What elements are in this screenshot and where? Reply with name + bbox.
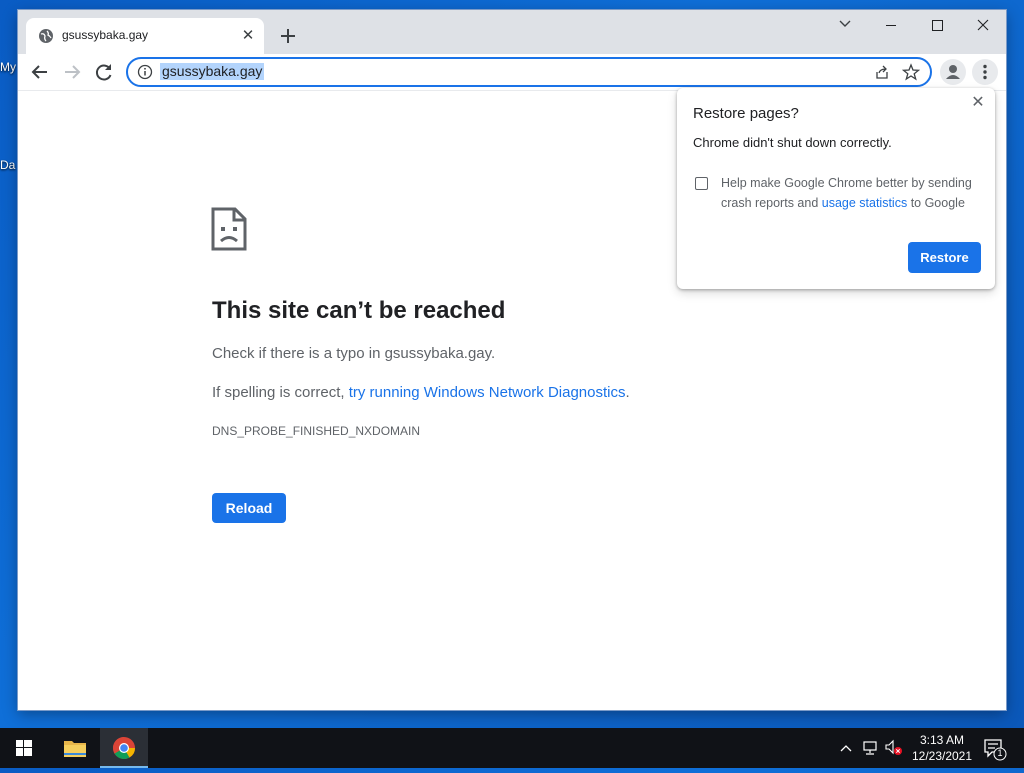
notification-count: 1 xyxy=(997,748,1003,758)
clock-date: 12/23/2021 xyxy=(911,749,973,763)
address-bar[interactable]: gsussybaka.gay xyxy=(126,57,932,87)
popup-title: Restore pages? xyxy=(693,105,799,122)
tab-title: gsussybaka.gay xyxy=(62,28,149,42)
bookmark-star-icon[interactable] xyxy=(902,63,920,81)
new-tab-icon[interactable] xyxy=(276,24,300,48)
share-icon[interactable] xyxy=(874,64,890,80)
popup-close-icon[interactable]: ✕ xyxy=(969,94,987,112)
start-button[interactable] xyxy=(0,728,48,768)
network-icon[interactable] xyxy=(862,740,880,756)
reload-button[interactable]: Reload xyxy=(212,493,286,523)
maximize-icon[interactable] xyxy=(914,10,960,42)
desktop-icon-label-1[interactable]: My xyxy=(0,60,16,74)
taskbar-file-explorer[interactable] xyxy=(52,728,98,768)
file-explorer-icon xyxy=(64,741,86,757)
back-icon[interactable] xyxy=(28,60,52,84)
refresh-icon[interactable] xyxy=(92,60,116,84)
action-center-button[interactable]: 1 xyxy=(980,734,1008,762)
error-diagnostics-hint: If spelling is correct, try running Wind… xyxy=(212,384,630,401)
desktop-icon-label-2[interactable]: Da xyxy=(0,158,15,172)
start-icon xyxy=(16,740,32,756)
clock-time: 3:13 AM xyxy=(919,733,965,747)
sad-page-icon xyxy=(211,207,247,251)
url-text[interactable]: gsussybaka.gay xyxy=(160,63,265,80)
minimize-icon[interactable] xyxy=(868,10,914,42)
globe-icon xyxy=(39,29,53,43)
site-info-icon[interactable] xyxy=(137,64,153,80)
person-icon xyxy=(946,65,960,79)
browser-toolbar: gsussybaka.gay xyxy=(18,54,1006,91)
taskbar-clock[interactable]: 3:13 AM 12/23/2021 xyxy=(906,732,978,764)
usage-statistics-link[interactable]: usage statistics xyxy=(822,196,907,210)
error-diagnostics-prefix: If spelling is correct, xyxy=(212,384,349,401)
tab-active[interactable]: gsussybaka.gay ✕ xyxy=(26,18,264,54)
chevron-up-icon[interactable] xyxy=(838,740,854,756)
taskbar: 3:13 AM 12/23/2021 1 xyxy=(0,728,1024,768)
taskbar-chrome[interactable] xyxy=(100,728,148,768)
tab-strip: gsussybaka.gay ✕ xyxy=(18,10,1006,54)
error-typo-hint: Check if there is a typo in gsussybaka.g… xyxy=(212,345,496,362)
restore-button[interactable]: Restore xyxy=(908,242,981,273)
crash-report-label: Help make Google Chrome better by sendin… xyxy=(721,173,981,213)
close-window-icon[interactable] xyxy=(960,10,1006,42)
chrome-menu-button[interactable] xyxy=(972,59,998,85)
chrome-icon xyxy=(113,737,135,759)
crash-report-checkbox[interactable] xyxy=(695,177,708,190)
restore-pages-popup: ✕ Restore pages? Chrome didn't shut down… xyxy=(677,88,995,289)
error-title: This site can’t be reached xyxy=(212,297,506,324)
checkbox-text-suffix: to Google xyxy=(907,196,965,210)
volume-muted-icon[interactable] xyxy=(884,739,904,757)
error-code: DNS_PROBE_FINISHED_NXDOMAIN xyxy=(212,424,421,438)
tab-search-icon[interactable] xyxy=(822,10,868,42)
network-diagnostics-link[interactable]: try running Windows Network Diagnostics xyxy=(349,384,626,401)
popup-message: Chrome didn't shut down correctly. xyxy=(693,135,892,150)
profile-avatar[interactable] xyxy=(940,59,966,85)
tab-close-icon[interactable]: ✕ xyxy=(238,26,258,46)
forward-icon[interactable] xyxy=(60,60,84,84)
kebab-menu-icon xyxy=(983,64,987,80)
error-diagnostics-suffix: . xyxy=(625,384,630,401)
